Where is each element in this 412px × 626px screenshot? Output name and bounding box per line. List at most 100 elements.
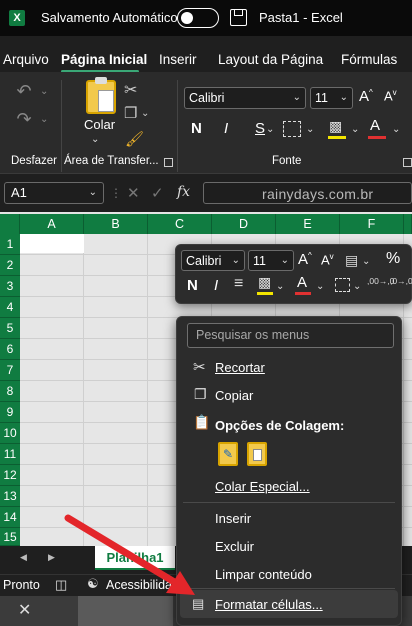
mini-grow-font-button[interactable]: A^ xyxy=(298,251,312,268)
menu-search-input[interactable]: Pesquisar os menus xyxy=(187,323,394,348)
paste-options-icon: 📋 xyxy=(193,414,211,430)
mini-italic-button[interactable]: I xyxy=(214,277,218,294)
borders-icon[interactable] xyxy=(283,121,301,137)
row-header[interactable]: 1 xyxy=(0,234,20,255)
column-header[interactable]: A xyxy=(20,214,84,234)
menu-item-delete[interactable]: Excluir xyxy=(215,539,254,554)
paste-formulas-icon[interactable]: ✎ xyxy=(218,442,238,466)
percent-button[interactable]: % xyxy=(386,250,400,268)
font-color-dropdown-icon[interactable]: ⌄ xyxy=(392,124,400,135)
row-header[interactable]: 7 xyxy=(0,360,20,381)
paste-icon[interactable] xyxy=(86,77,116,114)
paste-values-icon[interactable] xyxy=(247,442,267,466)
row-header[interactable]: 5 xyxy=(0,318,20,339)
redo-dropdown-icon[interactable]: ⌄ xyxy=(40,114,48,125)
menu-item-cut[interactable]: Recortar xyxy=(215,360,265,375)
row-header[interactable]: 6 xyxy=(0,339,20,360)
paste-label[interactable]: Colar xyxy=(84,117,115,132)
tab-arquivo[interactable]: Arquivo xyxy=(3,52,49,67)
decrease-decimal-icon[interactable]: ,0→,00 xyxy=(390,277,412,286)
underline-dropdown-icon[interactable]: ⌄ xyxy=(266,124,274,135)
scroll-tabs-left-icon[interactable]: ◀ xyxy=(20,552,27,563)
menu-item-format-cells[interactable]: Formatar células... xyxy=(215,597,323,612)
mini-bold-button[interactable]: N xyxy=(187,277,198,294)
mini-borders-dropdown-icon[interactable]: ⌄ xyxy=(353,281,361,292)
mini-borders-icon[interactable] xyxy=(335,278,350,292)
select-all-corner[interactable] xyxy=(0,214,20,234)
scroll-tabs-right-icon[interactable]: ▶ xyxy=(48,552,55,563)
mini-shrink-font-button[interactable]: Av xyxy=(321,252,334,267)
macro-record-icon[interactable]: ◫ xyxy=(55,577,67,593)
font-size-select[interactable]: 11 ⌄ xyxy=(310,87,353,109)
selected-cell-a1[interactable] xyxy=(20,234,84,253)
mini-font-color-button[interactable]: A xyxy=(297,274,307,291)
redo-icon[interactable]: ↷ xyxy=(15,110,33,128)
column-header[interactable]: E xyxy=(276,214,340,234)
accessibility-status[interactable]: Acessibilidad xyxy=(106,578,179,592)
row-header[interactable]: 15 xyxy=(0,528,20,546)
tab-layout[interactable]: Layout da Página xyxy=(218,52,323,67)
copy-icon[interactable]: ❐ xyxy=(124,104,137,122)
paste-dropdown-icon[interactable]: ⌄ xyxy=(91,134,99,145)
align-center-icon[interactable]: ≡ xyxy=(234,275,243,293)
menu-item-copy[interactable]: Copiar xyxy=(215,388,253,403)
row-header[interactable]: 8 xyxy=(0,381,20,402)
tab-pagina-inicial[interactable]: Página Inicial xyxy=(61,52,147,67)
accessibility-icon[interactable]: ☯ xyxy=(87,576,99,592)
name-box[interactable]: A1 ⌄ xyxy=(4,182,104,204)
insert-function-icon[interactable]: fx xyxy=(177,184,190,200)
mini-font-name-select[interactable]: Calibri ⌄ xyxy=(181,250,245,271)
autosave-label: Salvamento Automático xyxy=(41,10,178,25)
font-name-select[interactable]: Calibri ⌄ xyxy=(184,87,306,109)
column-header[interactable]: B xyxy=(84,214,148,234)
bold-button[interactable]: N xyxy=(191,120,202,137)
row-header[interactable]: 14 xyxy=(0,507,20,528)
number-format-icon[interactable]: ▤ xyxy=(345,252,358,269)
tab-inserir[interactable]: Inserir xyxy=(159,52,197,67)
number-format-dropdown-icon[interactable]: ⌄ xyxy=(362,256,370,267)
grow-font-button[interactable]: A^ xyxy=(359,88,373,105)
mini-font-size-select[interactable]: 11 ⌄ xyxy=(248,250,294,271)
column-header[interactable]: D xyxy=(212,214,276,234)
row-header[interactable]: 12 xyxy=(0,465,20,486)
close-icon[interactable]: ✕ xyxy=(18,600,31,620)
italic-button[interactable]: I xyxy=(224,120,228,137)
row-header[interactable]: 11 xyxy=(0,444,20,465)
column-header[interactable]: C xyxy=(148,214,212,234)
undo-dropdown-icon[interactable]: ⌄ xyxy=(40,86,48,97)
tab-formulas[interactable]: Fórmulas xyxy=(341,52,397,67)
row-header[interactable]: 13 xyxy=(0,486,20,507)
borders-dropdown-icon[interactable]: ⌄ xyxy=(306,124,314,135)
save-icon[interactable] xyxy=(230,9,247,26)
underline-button[interactable]: S xyxy=(255,120,265,137)
menu-item-insert[interactable]: Inserir xyxy=(215,511,251,526)
column-header[interactable] xyxy=(404,214,412,234)
clipboard-launcher-icon[interactable] xyxy=(164,158,173,167)
font-color-button[interactable]: A xyxy=(370,117,380,134)
fill-color-icon[interactable]: ▩ xyxy=(329,118,342,135)
column-header[interactable]: F xyxy=(340,214,404,234)
mini-font-color-dropdown-icon[interactable]: ⌄ xyxy=(316,281,324,292)
row-header[interactable]: 3 xyxy=(0,276,20,297)
shrink-font-button[interactable]: Av xyxy=(384,88,397,103)
cancel-icon[interactable]: ✕ xyxy=(127,184,140,202)
menu-item-paste-special[interactable]: Colar Especial... xyxy=(215,479,310,494)
cut-icon[interactable]: ✂ xyxy=(124,80,137,100)
enter-icon[interactable]: ✓ xyxy=(151,184,164,202)
mini-fill-dropdown-icon[interactable]: ⌄ xyxy=(276,281,284,292)
font-group-label: Fonte xyxy=(272,155,302,167)
row-header[interactable]: 2 xyxy=(0,255,20,276)
format-painter-icon[interactable]: 🖌 xyxy=(125,130,144,148)
copy-dropdown-icon[interactable]: ⌄ xyxy=(141,108,149,119)
menu-item-clear-contents[interactable]: Limpar conteúdo xyxy=(215,567,312,582)
row-header[interactable]: 9 xyxy=(0,402,20,423)
sheet-tab-planilha1[interactable]: Planilha1 xyxy=(95,546,175,570)
increase-decimal-icon[interactable]: ,00→,0 xyxy=(367,277,394,286)
fill-color-dropdown-icon[interactable]: ⌄ xyxy=(351,124,359,135)
font-launcher-icon[interactable] xyxy=(403,158,412,167)
autosave-toggle[interactable] xyxy=(177,8,219,28)
row-header[interactable]: 4 xyxy=(0,297,20,318)
row-header[interactable]: 10 xyxy=(0,423,20,444)
undo-icon[interactable]: ↶ xyxy=(15,82,33,100)
mini-fill-color-icon[interactable]: ▩ xyxy=(258,274,271,291)
